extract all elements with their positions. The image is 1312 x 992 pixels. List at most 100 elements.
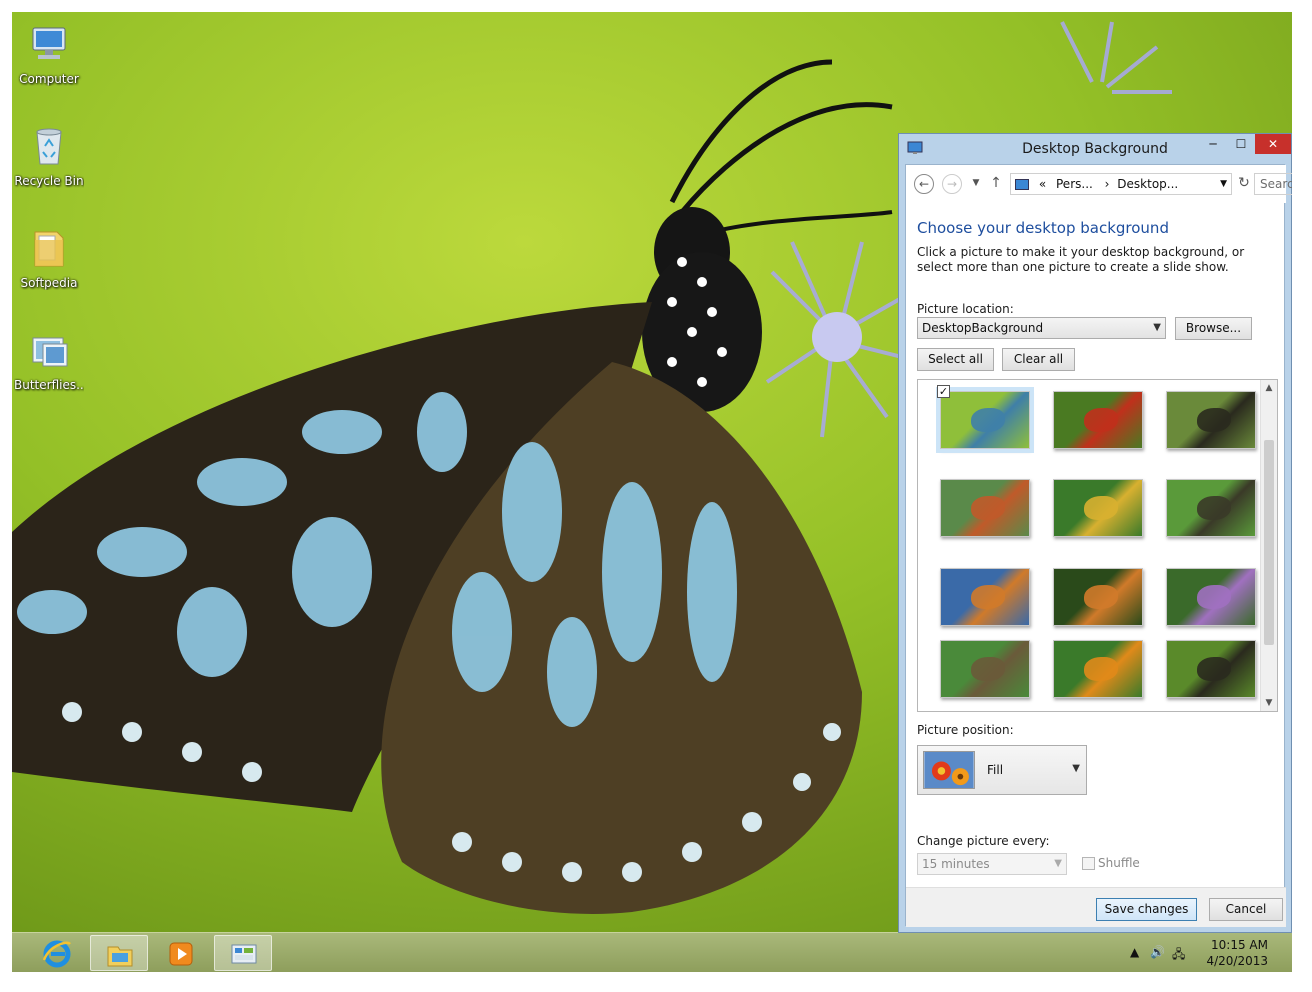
chevron-down-icon: ▼ [1153,322,1161,333]
taskbar-internet-explorer[interactable] [28,935,86,971]
wallpaper-thumbnail-dark-on-orange-flower[interactable] [1053,640,1143,698]
save-changes-button[interactable]: Save changes [1096,898,1197,921]
refresh-button[interactable]: ↻ [1234,174,1254,194]
address-bar[interactable]: « Pers... › Desktop... ▼ [1010,173,1232,195]
chevron-down-icon: ▼ [972,178,980,188]
desktop-icon-label: Softpedia [20,276,78,290]
scroll-up-button[interactable]: ▲ [1261,380,1277,396]
refresh-icon: ↻ [1238,175,1250,191]
desktop-icon-recycle-bin[interactable]: Recycle Bin [14,124,84,188]
taskbar-media-player[interactable] [152,935,210,971]
computer-icon [32,27,66,59]
desktop-background-window: Desktop Background ─ ☐ ✕ ← → ▼ ↑ « Pers.… [898,133,1292,933]
wallpaper-thumbnail-monarch-on-red-flower[interactable] [1053,391,1143,449]
wallpaper-thumbnail-painted-lady[interactable] [940,479,1030,537]
desktop-icon-softpedia[interactable]: Softpedia [14,226,84,290]
wallpaper-thumbnail-colorful-wings[interactable] [940,568,1030,626]
wallpaper-thumbnail-pansy-butterfly[interactable] [1053,479,1143,537]
theme-pack-icon [32,337,68,367]
scroll-thumb[interactable] [1264,440,1274,645]
change-picture-interval-select[interactable]: 15 minutes ▼ [917,853,1067,875]
thumbnail-checkbox[interactable]: ✓ [937,385,950,398]
breadcrumb-separator: › [1104,177,1110,191]
desktop-icon-butterflies[interactable]: Butterflies... [14,328,84,392]
wallpaper-thumbnail-swallowtail-green[interactable] [1166,640,1256,698]
chevron-down-icon[interactable]: ▼ [1220,174,1227,194]
gallery-scrollbar[interactable]: ▲ ▼ [1260,380,1277,711]
file-explorer-icon [107,946,133,967]
wallpaper-thumbnail-peacock-pansy[interactable] [1053,568,1143,626]
picture-gallery: ✓ ▲ ▼ [917,379,1278,712]
desktop-icon-label: Recycle Bin [14,174,84,188]
navigation-bar: ← → ▼ ↑ « Pers... › Desktop... ▼ ↻ Searc… [906,165,1292,203]
shuffle-label: Shuffle [1098,856,1140,870]
butterfly-image [1197,585,1231,609]
picture-location-value: DesktopBackground [922,321,1044,335]
back-button[interactable]: ← [914,174,934,194]
butterfly-image [1197,496,1231,520]
arrow-up-icon: ↑ [990,175,1002,191]
wallpaper-thumbnail-swallowtail-dark[interactable] [1166,391,1256,449]
media-player-icon [169,942,193,966]
wallpaper-thumbnail-swallowtail-orange-flowers[interactable] [1166,479,1256,537]
breadcrumb-item-personalization[interactable]: Pers... [1056,177,1093,191]
volume-icon[interactable]: 🔊 [1150,945,1165,959]
taskbar-file-explorer[interactable] [90,935,148,971]
butterfly-image [971,657,1005,681]
control-panel-icon [231,944,257,964]
clock-time: 10:15 AM [1211,938,1268,952]
butterfly-image [971,496,1005,520]
search-input[interactable]: Search [1254,173,1292,195]
minimize-button[interactable]: ─ [1199,134,1227,154]
select-all-button[interactable]: Select all [917,348,994,371]
wallpaper-thumbnail-owl-butterfly[interactable] [940,640,1030,698]
taskbar-control-panel[interactable] [214,935,272,971]
dialog-footer: Save changes Cancel [906,887,1286,927]
picture-position-select[interactable]: Fill ▼ [917,745,1087,795]
change-picture-interval-value: 15 minutes [922,857,990,871]
system-tray: ▲ 🔊 🖧 10:15 AM 4/20/2013 [1122,933,1292,972]
wallpaper-thumbnail-dark-on-purple-flower[interactable] [1166,568,1256,626]
picture-location-select[interactable]: DesktopBackground ▼ [917,317,1166,339]
page-description: Click a picture to make it your desktop … [917,245,1245,274]
desktop[interactable]: Computer Recycle Bin Softpedia Butterfli… [12,12,1292,972]
browse-button[interactable]: Browse... [1175,317,1252,340]
title-bar[interactable]: Desktop Background ─ ☐ ✕ [899,134,1291,164]
clear-all-button[interactable]: Clear all [1002,348,1075,371]
forward-button[interactable]: → [942,174,962,194]
internet-explorer-icon [42,940,71,968]
picture-location-label: Picture location: [917,302,1014,316]
taskbar: ▲ 🔊 🖧 10:15 AM 4/20/2013 [12,932,1292,972]
close-button[interactable]: ✕ [1255,134,1291,154]
desktop-icon-label: Computer [19,72,79,86]
breadcrumb-overflow[interactable]: « [1039,177,1046,191]
wallpaper-thumbnail-blue-tiger-butterfly[interactable] [936,387,1034,453]
desktop-icon-computer[interactable]: Computer [14,22,84,86]
fill-preview-icon [923,751,975,789]
butterfly-image [1197,657,1231,681]
chevron-down-icon: ▼ [1072,763,1080,774]
butterfly-image [1084,408,1118,432]
folder-icon [34,231,64,267]
recycle-bin-icon [36,128,62,165]
butterfly-image [1084,496,1118,520]
shuffle-checkbox[interactable] [1082,857,1095,870]
arrow-left-icon: ← [918,177,930,191]
maximize-button[interactable]: ☐ [1227,134,1255,154]
clock[interactable]: 10:15 AM 4/20/2013 [1206,937,1268,969]
page-heading: Choose your desktop background [917,219,1169,237]
scroll-down-button[interactable]: ▼ [1261,695,1277,711]
up-button[interactable]: ↑ [986,174,1006,194]
control-panel-icon [1015,179,1029,190]
picture-position-value: Fill [987,763,1004,777]
breadcrumb-item-desktop-background[interactable]: Desktop... [1117,177,1178,191]
clock-date: 4/20/2013 [1206,954,1268,968]
butterfly-image [1084,657,1118,681]
recent-locations-button[interactable]: ▼ [966,174,986,194]
show-hidden-icons-icon[interactable]: ▲ [1130,945,1139,959]
cancel-button[interactable]: Cancel [1209,898,1283,921]
network-icon[interactable]: 🖧 [1172,945,1185,966]
change-picture-label: Change picture every: [917,834,1050,848]
picture-position-label: Picture position: [917,723,1014,737]
desktop-icon-label: Butterflies... [14,378,84,392]
